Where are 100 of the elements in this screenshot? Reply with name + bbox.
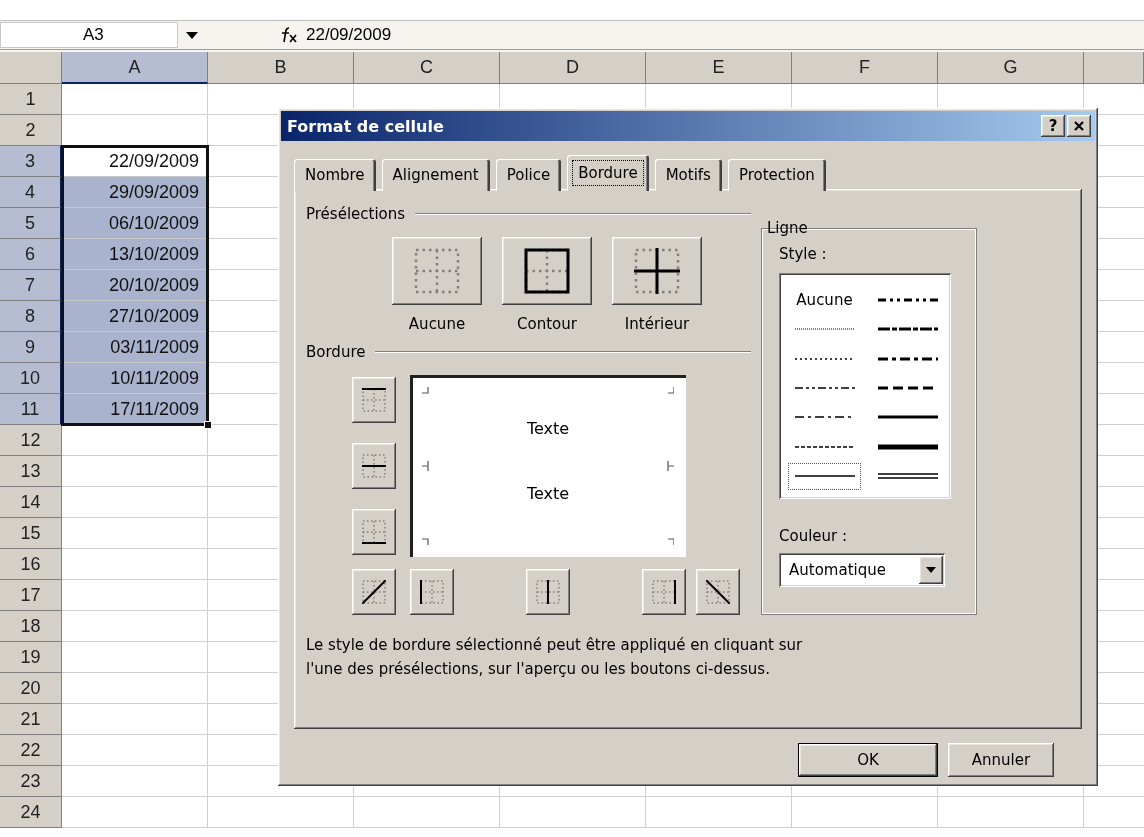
row-header[interactable]: 18	[0, 611, 62, 642]
tab[interactable]: Nombre	[294, 159, 376, 191]
row-header[interactable]: 24	[0, 797, 62, 828]
row-header[interactable]: 12	[0, 425, 62, 456]
row-header[interactable]: 14	[0, 487, 62, 518]
middle-border-icon	[362, 454, 386, 478]
row-header[interactable]: 15	[0, 518, 62, 549]
dialog-title: Format de cellule	[287, 116, 445, 136]
bottom-border-icon	[362, 520, 386, 544]
preset-button[interactable]	[612, 237, 702, 305]
row-header[interactable]: 9	[0, 332, 62, 363]
column-header[interactable]: C	[354, 52, 500, 84]
row-header[interactable]: 3	[0, 146, 62, 177]
function-icon[interactable]	[280, 27, 298, 43]
preset-label: Aucune	[408, 315, 466, 333]
close-button[interactable]	[1067, 115, 1091, 137]
dialog-button[interactable]: OK	[798, 743, 938, 777]
line-sample-icon	[794, 384, 855, 392]
line-style-option[interactable]	[787, 461, 862, 491]
group-label: Ligne	[766, 219, 809, 237]
row-header[interactable]: 10	[0, 363, 62, 394]
line-style-list[interactable]: Aucune	[779, 273, 951, 499]
line-sample-icon	[877, 472, 938, 481]
section-heading: Présélections	[306, 205, 406, 223]
right-border-button[interactable]	[642, 569, 686, 615]
row-header[interactable]: 23	[0, 766, 62, 797]
border-preview[interactable]: Texte Texte	[410, 375, 686, 557]
help-text: Le style de bordure sélectionné peut être appliqué en cliquant sur l'une des présélections, sur l'aperçu ou les boutons ci-dessus.	[306, 635, 804, 680]
column-header[interactable]: E	[646, 52, 792, 84]
preview-text: Texte	[526, 419, 570, 438]
color-dropdown[interactable]: Automatique	[779, 553, 945, 587]
cross-grid-icon	[634, 248, 680, 294]
line-sample-icon	[877, 413, 938, 422]
column-header[interactable]: D	[500, 52, 646, 84]
row-header[interactable]: 11	[0, 394, 62, 425]
table-cell: 10/11/2009	[62, 363, 208, 394]
dialog-button[interactable]: Annuler	[948, 743, 1054, 777]
top-border-icon	[362, 388, 386, 412]
row-header[interactable]: 20	[0, 673, 62, 704]
diagonal-down-button[interactable]	[696, 569, 740, 615]
box-border-icon	[524, 248, 570, 294]
line-sample-icon	[877, 325, 938, 334]
field-label: Couleur :	[779, 527, 849, 545]
tab[interactable]: Alignement	[381, 159, 490, 191]
column-header[interactable]: F	[792, 52, 938, 84]
table-cell: 29/09/2009	[62, 177, 208, 208]
row-header[interactable]: 21	[0, 704, 62, 735]
vertical-border-icon	[536, 580, 560, 604]
row-header[interactable]: 19	[0, 642, 62, 673]
help-button[interactable]: ?	[1041, 115, 1065, 137]
row-header[interactable]: 5	[0, 208, 62, 239]
preset-label: Contour	[517, 315, 577, 333]
bottom-border-button[interactable]	[352, 509, 396, 555]
line-style-option[interactable]: Aucune	[787, 285, 862, 315]
dotted-grid-icon	[414, 248, 460, 294]
name-box[interactable]: A3	[0, 22, 178, 48]
row-header[interactable]: 8	[0, 301, 62, 332]
middle-border-button[interactable]	[352, 443, 396, 489]
row-header[interactable]: 16	[0, 549, 62, 580]
left-border-icon	[420, 580, 444, 604]
tab[interactable]: Protection	[727, 159, 826, 191]
preset-button[interactable]	[392, 237, 482, 305]
table-cell: 06/10/2009	[62, 208, 208, 239]
preview-text: Texte	[526, 484, 570, 503]
row-header[interactable]: 2	[0, 115, 62, 146]
table-cell: 03/11/2009	[62, 332, 208, 363]
formula-text[interactable]: 22/09/2009	[306, 25, 392, 45]
vertical-border-button[interactable]	[526, 569, 570, 615]
row-header[interactable]: 22	[0, 735, 62, 766]
diagonal-up-button[interactable]	[352, 569, 396, 615]
tab[interactable]: Police	[495, 159, 562, 191]
tab[interactable]: Motifs	[654, 159, 722, 191]
column-header[interactable]: B	[208, 52, 354, 84]
top-border-button[interactable]	[352, 377, 396, 423]
left-border-button[interactable]	[410, 569, 454, 615]
row-header[interactable]: 1	[0, 84, 62, 115]
select-all-button[interactable]	[0, 52, 62, 84]
preset-label: Intérieur	[624, 315, 690, 333]
table-cell: 20/10/2009	[62, 270, 208, 301]
dropdown-arrow-icon[interactable]	[186, 31, 198, 39]
column-header[interactable]: G	[938, 52, 1084, 84]
table-cell: 13/10/2009	[62, 239, 208, 270]
column-header[interactable]: A	[62, 52, 208, 84]
table-cell: 27/10/2009	[62, 301, 208, 332]
preset-button[interactable]	[502, 237, 592, 305]
row-header[interactable]: 6	[0, 239, 62, 270]
tab[interactable]: Bordure	[567, 155, 649, 191]
column-header[interactable]	[1084, 52, 1144, 84]
line-sample-icon	[877, 442, 938, 451]
row-header[interactable]: 13	[0, 456, 62, 487]
section-heading: Bordure	[306, 343, 366, 361]
diagonal-up-icon	[362, 580, 386, 604]
row-header[interactable]: 7	[0, 270, 62, 301]
dropdown-arrow-icon	[926, 567, 936, 573]
field-label: Style :	[779, 245, 828, 263]
row-header[interactable]: 17	[0, 580, 62, 611]
row-header[interactable]: 4	[0, 177, 62, 208]
right-border-icon	[652, 580, 676, 604]
diagonal-down-icon	[706, 580, 730, 604]
close-icon	[1074, 121, 1084, 131]
